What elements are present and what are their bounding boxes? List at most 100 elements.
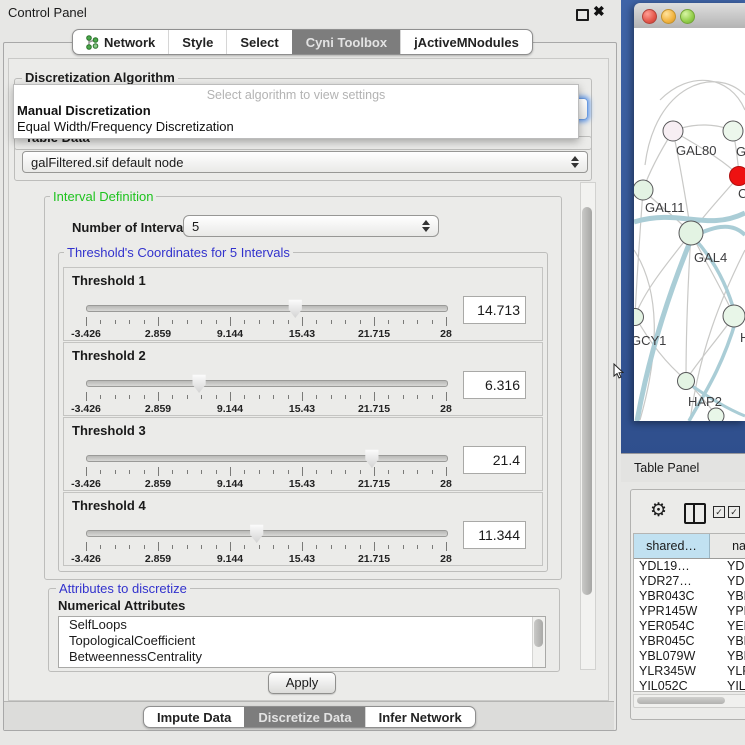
node-table[interactable]: shared… na YDL19… YDL1 YDR27… YDR2 YBR04… — [633, 533, 745, 692]
table-cell[interactable]: YDL19… — [634, 559, 723, 574]
slider-thumb[interactable] — [249, 524, 264, 543]
table-row[interactable]: YBR045C YBR0 — [634, 634, 745, 649]
attribute-list-item[interactable]: SelfLoops — [59, 617, 545, 633]
network-window-titlebar[interactable] — [634, 3, 745, 29]
table-panel-titlebar: Table Panel — [621, 453, 745, 482]
tab-impute-data[interactable]: Impute Data — [144, 707, 244, 727]
threshold-label: Threshold 1 — [72, 273, 146, 288]
table-cell[interactable]: YBL0 — [723, 649, 745, 664]
threshold-value-field[interactable]: 6.316 — [463, 371, 526, 399]
threshold-slider[interactable]: -3.4262.8599.14415.4321.71528 — [84, 523, 452, 563]
node-partial-top[interactable] — [723, 121, 743, 141]
tab-cyni-toolbox[interactable]: Cyni Toolbox — [292, 30, 400, 54]
table-row[interactable]: YDL19… YDL1 — [634, 559, 745, 574]
table-cell[interactable]: YBR0 — [723, 589, 745, 604]
table-cell[interactable]: YLR345W — [634, 664, 723, 679]
close-traffic-light[interactable] — [642, 9, 657, 24]
tab-style[interactable]: Style — [168, 30, 226, 54]
node-gal80[interactable] — [663, 121, 683, 141]
table-row[interactable]: YBR043C YBR0 — [634, 589, 745, 604]
numerical-attributes-label: Numerical Attributes — [58, 598, 185, 613]
table-cell[interactable]: YIL052C — [634, 679, 723, 692]
table-cell[interactable]: YBR045C — [634, 634, 723, 649]
attributes-list[interactable]: SelfLoopsTopologicalCoefficientBetweenne… — [58, 616, 546, 668]
tab-label: Select — [240, 35, 278, 50]
checkbox-icon[interactable]: ✓ — [728, 506, 740, 518]
node-label: GAL11 — [645, 200, 685, 215]
close-icon[interactable]: ✖ — [593, 3, 605, 20]
slider-track[interactable] — [86, 380, 448, 387]
network-canvas[interactable]: GAL80 G GAL11 C GAL4 GCY1 H HAP2 — [634, 28, 745, 421]
node-partial-bottom[interactable] — [708, 408, 724, 421]
minimize-traffic-light[interactable] — [661, 9, 676, 24]
table-cell[interactable]: YBR0 — [723, 634, 745, 649]
float-window-icon[interactable] — [576, 9, 589, 21]
table-cell[interactable]: YDL1 — [723, 559, 745, 574]
tab-label: jActiveMNodules — [414, 35, 519, 50]
table-row[interactable]: YIL052C YIL0 — [634, 679, 745, 692]
attribute-list-item[interactable]: BetweennessCentrality — [59, 649, 545, 665]
table-cell[interactable]: YIL0 — [723, 679, 745, 692]
node-highlighted-red[interactable] — [730, 167, 745, 186]
table-cell[interactable]: YDR27… — [634, 574, 723, 589]
tab-network[interactable]: Network — [73, 30, 168, 54]
threshold-slider[interactable]: -3.4262.8599.14415.4321.71528 — [84, 373, 452, 413]
tab-label: Cyni Toolbox — [306, 35, 387, 50]
tab-select[interactable]: Select — [226, 30, 291, 54]
tab-jactivemnodules[interactable]: jActiveMNodules — [400, 30, 532, 54]
threshold-slider[interactable]: -3.4262.8599.14415.4321.71528 — [84, 448, 452, 488]
table-header-row: shared… na — [634, 534, 745, 559]
combobox-stepper-icon — [570, 156, 579, 168]
node-gcy1[interactable] — [634, 309, 644, 326]
table-row[interactable]: YBL079W YBL0 — [634, 649, 745, 664]
slider-ticks — [86, 392, 446, 402]
list-scrollbar-thumb[interactable] — [534, 619, 543, 647]
popup-item-equal-width[interactable]: Equal Width/Frequency Discretization — [14, 119, 578, 135]
num-intervals-spinner[interactable]: 5 — [183, 215, 439, 237]
table-cell[interactable]: YBR043C — [634, 589, 723, 604]
column-header-name[interactable]: na — [710, 534, 745, 558]
zoom-traffic-light[interactable] — [680, 9, 695, 24]
table-row[interactable]: YPR145W YPR1 — [634, 604, 745, 619]
slider-thumb[interactable] — [192, 374, 207, 393]
column-header-shared-name[interactable]: shared… — [634, 534, 710, 558]
node-hap2[interactable] — [678, 373, 695, 390]
content-scrollbar[interactable] — [580, 182, 596, 670]
table-cell[interactable]: YER054C — [634, 619, 723, 634]
slider-thumb[interactable] — [288, 299, 303, 318]
threshold-value-field[interactable]: 21.4 — [463, 446, 526, 474]
table-hscrollbar-thumb[interactable] — [637, 697, 725, 704]
checkbox-icon[interactable]: ✓ — [713, 506, 725, 518]
node-h[interactable] — [723, 305, 745, 327]
table-hscrollbar[interactable] — [633, 694, 745, 708]
table-row[interactable]: YLR345W YLR3 — [634, 664, 745, 679]
node-gal4[interactable] — [679, 221, 703, 245]
slider-track[interactable] — [86, 305, 448, 312]
apply-button[interactable]: Apply — [268, 672, 336, 694]
node-gal11[interactable] — [634, 180, 653, 200]
columns-icon[interactable] — [684, 503, 706, 524]
table-cell[interactable]: YER0 — [723, 619, 745, 634]
threshold-value-field[interactable]: 11.344 — [463, 521, 526, 549]
content-scrollbar-thumb[interactable] — [582, 207, 592, 595]
tab-infer-network[interactable]: Infer Network — [365, 707, 475, 727]
tab-label: Infer Network — [379, 710, 462, 725]
threshold-slider[interactable]: -3.4262.8599.14415.4321.71528 — [84, 298, 452, 338]
table-cell[interactable]: YPR1 — [723, 604, 745, 619]
gear-icon[interactable]: ⚙ — [650, 499, 667, 522]
attribute-list-item[interactable]: TopologicalCoefficient — [59, 633, 545, 649]
table-cell[interactable]: YPR145W — [634, 604, 723, 619]
table-cell[interactable]: YBL079W — [634, 649, 723, 664]
table-cell[interactable]: YLR3 — [723, 664, 745, 679]
slider-track[interactable] — [86, 530, 448, 537]
table-row[interactable]: YER054C YER0 — [634, 619, 745, 634]
popup-item-manual-discretization[interactable]: Manual Discretization — [14, 103, 578, 119]
tab-discretize-data[interactable]: Discretize Data — [244, 707, 364, 727]
table-row[interactable]: YDR27… YDR2 — [634, 574, 745, 589]
threshold-value-field[interactable]: 14.713 — [463, 296, 526, 324]
slider-thumb[interactable] — [364, 449, 379, 468]
list-scrollbar[interactable] — [532, 617, 545, 667]
table-cell[interactable]: YDR2 — [723, 574, 745, 589]
table-data-combobox[interactable]: galFiltered.sif default node — [22, 151, 588, 173]
slider-track[interactable] — [86, 455, 448, 462]
